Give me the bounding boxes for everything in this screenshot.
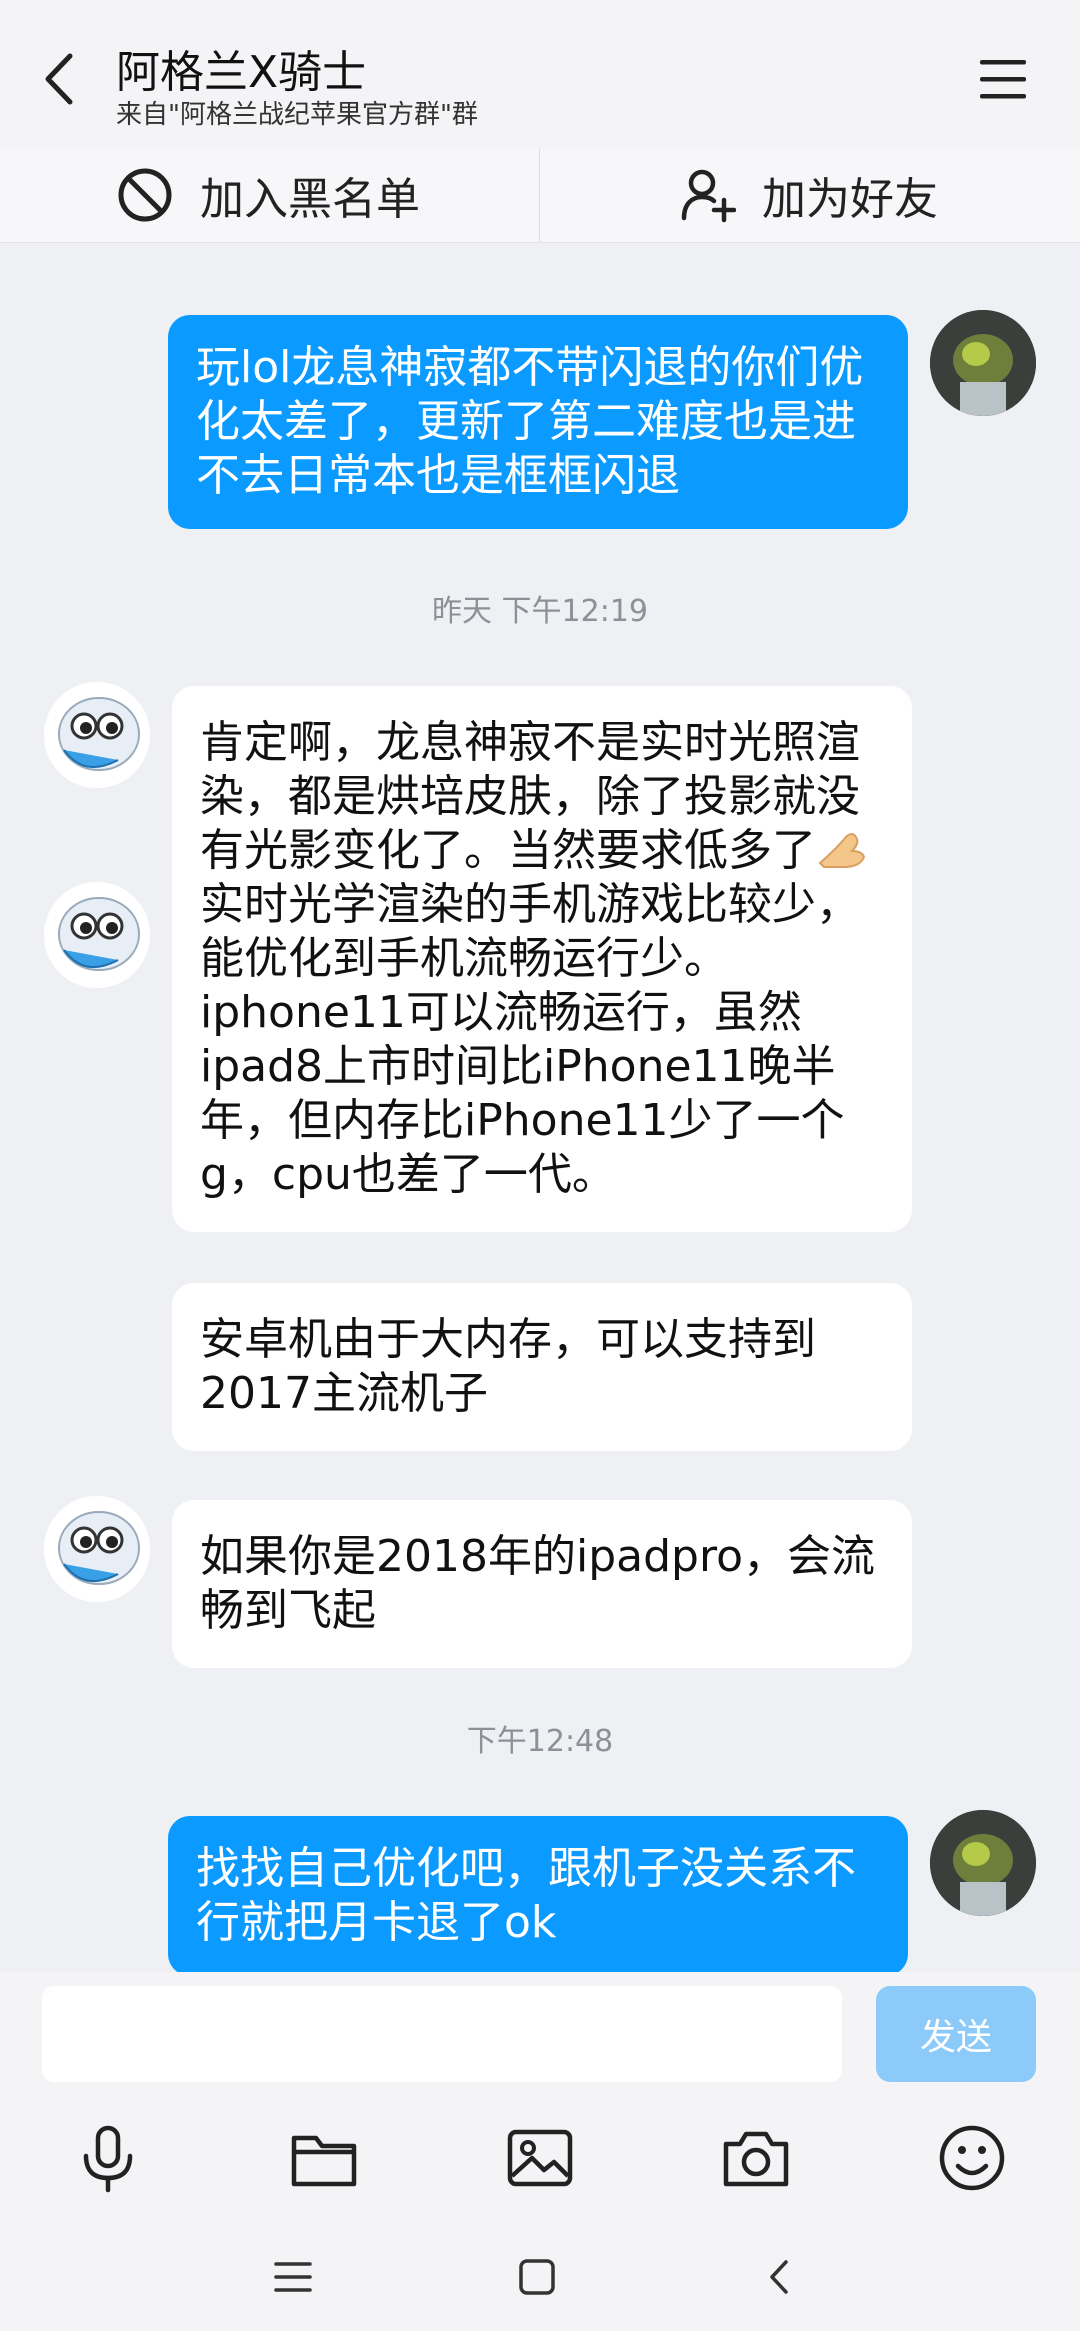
contact-avatar[interactable] [44, 1496, 150, 1602]
message-bubble-outgoing[interactable]: 玩lol龙息神寂都不带闪退的你们优化太差了，更新了第二难度也是进不去日常本也是框… [168, 315, 908, 529]
message-list[interactable]: 玩lol龙息神寂都不带闪退的你们优化太差了，更新了第二难度也是进不去日常本也是框… [0, 242, 1080, 1972]
add-to-blacklist-button[interactable]: 加入黑名单 [116, 148, 420, 242]
message-text: 如果你是2018年的ipadpro，会流畅到飞起 [200, 1531, 875, 1636]
more-menu-icon[interactable] [978, 58, 1028, 100]
input-toolbar [0, 2092, 1080, 2222]
send-button[interactable]: 发送 [876, 1986, 1036, 2082]
stranger-action-bar: 加入黑名单 加为好友 [0, 148, 1080, 243]
avatar-image [44, 682, 150, 788]
add-user-icon [681, 169, 736, 223]
contact-avatar[interactable] [44, 682, 150, 788]
avatar-image [930, 310, 1036, 416]
avatar-image [44, 1496, 150, 1602]
system-navigation-bar [0, 2222, 1080, 2331]
hand-emoji-icon [818, 833, 866, 868]
camera-icon[interactable] [720, 2122, 792, 2194]
back-icon[interactable] [756, 2252, 806, 2302]
avatar-image [930, 1810, 1036, 1916]
emoji-icon[interactable] [936, 2122, 1008, 2194]
timestamp: 昨天 下午12:19 [432, 594, 648, 629]
message-bubble-incoming[interactable]: 肯定啊，龙息神寂不是实时光照渲染，都是烘培皮肤，除了投影就没有光影变化了。当然要… [172, 686, 912, 1232]
back-arrow-icon[interactable] [36, 48, 84, 110]
action-divider [539, 148, 540, 242]
timestamp: 下午12:48 [466, 1724, 614, 1759]
home-icon[interactable] [512, 2252, 562, 2302]
avatar-image [44, 882, 150, 988]
contact-source: 来自"阿格兰战纪苹果官方群"群 [116, 100, 478, 130]
add-friend-label: 加为好友 [762, 174, 938, 225]
add-friend-button[interactable]: 加为好友 [680, 148, 938, 242]
microphone-icon[interactable] [72, 2122, 144, 2194]
message-text: 玩lol龙息神寂都不带闪退的你们优化太差了，更新了第二难度也是进不去日常本也是框… [196, 342, 864, 501]
message-text: 安卓机由于大内存，可以支持到2017主流机子 [200, 1314, 816, 1419]
contact-name[interactable]: 阿格兰X骑士 [116, 36, 366, 100]
message-input-bar: 发送 [0, 1972, 1080, 2092]
block-icon [118, 168, 172, 222]
message-bubble-incoming[interactable]: 安卓机由于大内存，可以支持到2017主流机子 [172, 1283, 912, 1451]
message-text: 实时光学渲染的手机游戏比较少，能优化到手机流畅运行少。iphone11可以流畅运… [200, 879, 860, 1200]
message-bubble-incoming[interactable]: 如果你是2018年的ipadpro，会流畅到飞起 [172, 1500, 912, 1668]
contact-avatar[interactable] [44, 882, 150, 988]
add-to-blacklist-label: 加入黑名单 [200, 174, 420, 225]
my-avatar[interactable] [930, 1810, 1036, 1916]
chat-header: 阿格兰X骑士 来自"阿格兰战纪苹果官方群"群 [0, 0, 1080, 148]
message-input[interactable] [42, 1986, 842, 2082]
message-text: 找找自己优化吧，跟机子没关系不行就把月卡退了ok [196, 1843, 856, 1948]
my-avatar[interactable] [930, 310, 1036, 416]
message-bubble-outgoing[interactable]: 找找自己优化吧，跟机子没关系不行就把月卡退了ok [168, 1816, 908, 1972]
message-text: 肯定啊，龙息神寂不是实时光照渲染，都是烘培皮肤，除了投影就没有光影变化了。当然要… [200, 717, 860, 876]
menu-icon[interactable] [268, 2252, 318, 2302]
image-icon[interactable] [504, 2122, 576, 2194]
folder-icon[interactable] [288, 2122, 360, 2194]
